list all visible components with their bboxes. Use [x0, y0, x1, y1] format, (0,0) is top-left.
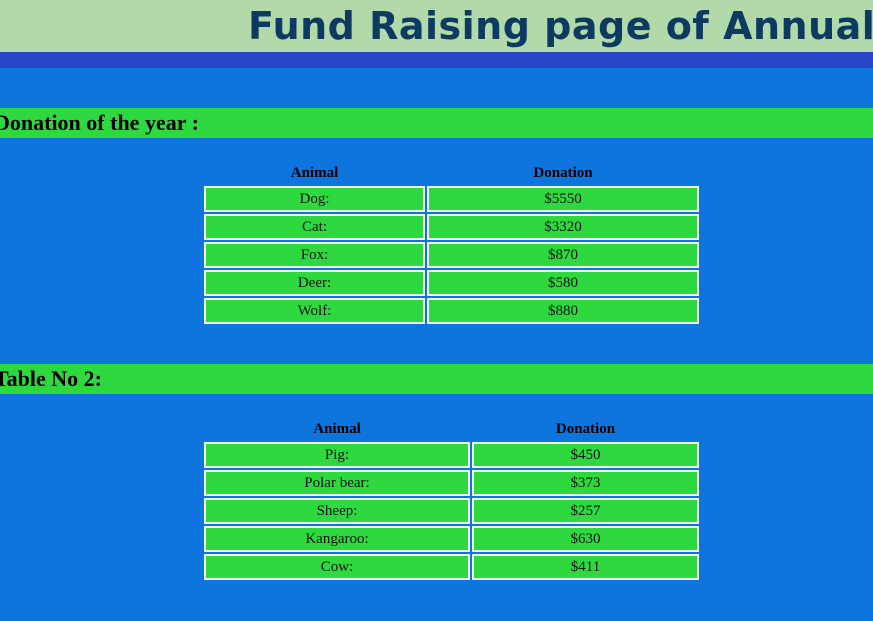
section-title: Donation of the year : [0, 110, 199, 135]
table-row: Cow: $411 [204, 554, 699, 580]
animal-cell: Sheep: [204, 498, 470, 524]
donation-cell: $580 [427, 270, 699, 296]
animal-cell: Cow: [204, 554, 470, 580]
donation-cell: $630 [472, 526, 699, 552]
donation-cell: $5550 [427, 186, 699, 212]
donation-table-1-wrap: Animal Donation Dog: $5550 Cat: $3320 Fo… [202, 160, 701, 326]
header-band [0, 52, 873, 68]
page-header: Fund Raising page of Annual Cha [0, 0, 873, 52]
donation-cell: $411 [472, 554, 699, 580]
animal-cell: Dog: [204, 186, 425, 212]
table-row: Fox: $870 [204, 242, 699, 268]
donation-cell: $450 [472, 442, 699, 468]
page-title: Fund Raising page of Annual Cha [248, 4, 873, 48]
animal-cell: Cat: [204, 214, 425, 240]
donation-cell: $257 [472, 498, 699, 524]
donation-table-2: Animal Donation Pig: $450 Polar bear: $3… [202, 416, 701, 582]
table-row: Deer: $580 [204, 270, 699, 296]
column-header-donation: Donation [555, 420, 616, 437]
column-header-donation: Donation [533, 164, 593, 181]
donation-cell: $870 [427, 242, 699, 268]
column-header-animal: Animal [313, 420, 361, 437]
table-row: Sheep: $257 [204, 498, 699, 524]
column-header-animal: Animal [290, 164, 339, 181]
animal-cell: Kangaroo: [204, 526, 470, 552]
section-bar-donation-of-year: Donation of the year : [0, 108, 873, 138]
table-header-row: Animal Donation [204, 418, 699, 440]
animal-cell: Pig: [204, 442, 470, 468]
table-header-row: Animal Donation [204, 162, 699, 184]
table-row: Polar bear: $373 [204, 470, 699, 496]
table-row: Dog: $5550 [204, 186, 699, 212]
section-bar-table-no-2: Table No 2: [0, 364, 873, 394]
table-row: Cat: $3320 [204, 214, 699, 240]
animal-cell: Wolf: [204, 298, 425, 324]
table-row: Pig: $450 [204, 442, 699, 468]
table-row: Wolf: $880 [204, 298, 699, 324]
animal-cell: Deer: [204, 270, 425, 296]
donation-cell: $373 [472, 470, 699, 496]
animal-cell: Fox: [204, 242, 425, 268]
donation-table-2-wrap: Animal Donation Pig: $450 Polar bear: $3… [202, 416, 701, 582]
donation-table-1: Animal Donation Dog: $5550 Cat: $3320 Fo… [202, 160, 701, 326]
donation-cell: $3320 [427, 214, 699, 240]
section-title: Table No 2: [0, 366, 102, 391]
animal-cell: Polar bear: [204, 470, 470, 496]
donation-cell: $880 [427, 298, 699, 324]
table-row: Kangaroo: $630 [204, 526, 699, 552]
